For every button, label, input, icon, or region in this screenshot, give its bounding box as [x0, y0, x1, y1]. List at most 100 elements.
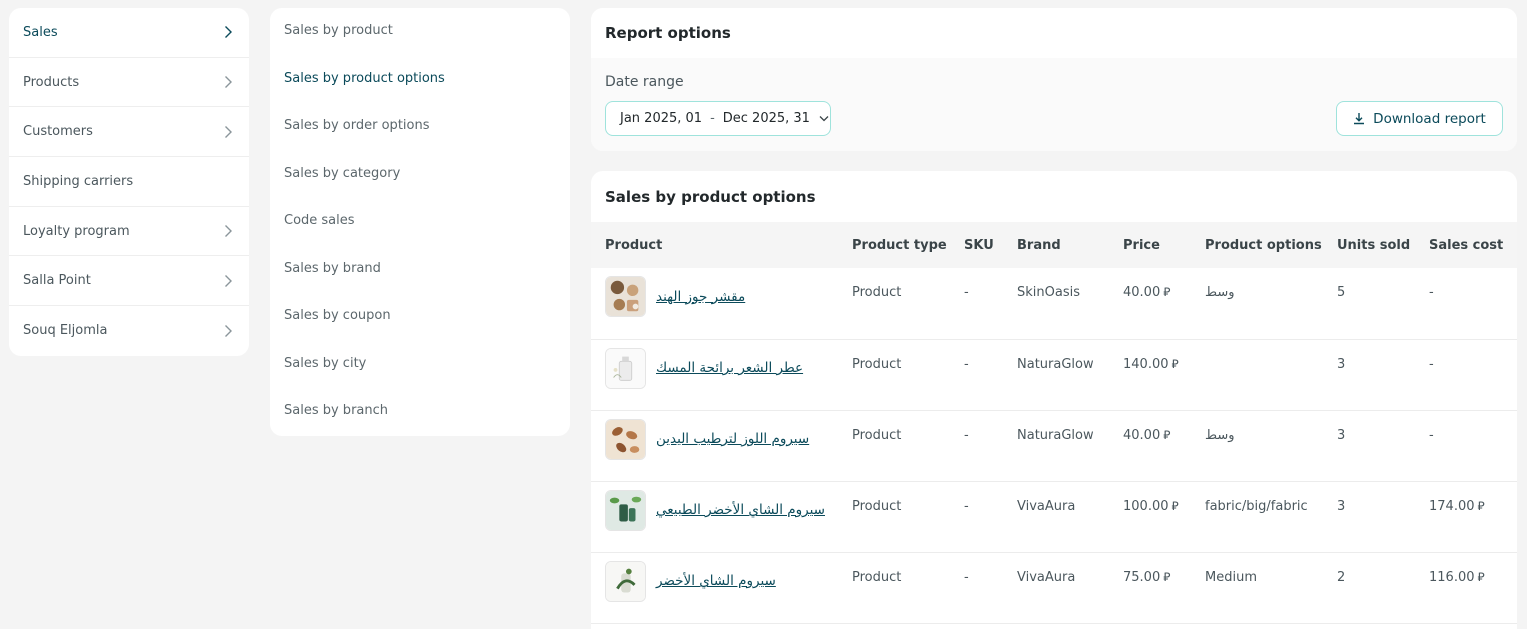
product-type-cell: Product	[852, 427, 902, 443]
subnav-item-2[interactable]: Sales by order options	[270, 102, 570, 150]
brand-cell: VivaAura	[1017, 569, 1076, 585]
product-type-cell: Product	[852, 285, 902, 300]
product-thumbnail[interactable]	[605, 418, 646, 460]
units-sold-cell: 3	[1337, 498, 1346, 514]
chevron-right-icon	[223, 274, 233, 288]
price-cell: 140.00 ⃁	[1109, 339, 1191, 410]
product-thumbnail[interactable]	[605, 489, 646, 531]
product-thumbnail[interactable]	[605, 347, 646, 389]
table-title: Sales by product options	[605, 187, 816, 206]
product-options-cell: fabric/big/fabric	[1205, 498, 1308, 514]
nav-item-1[interactable]: Products	[9, 58, 249, 108]
nav-item-label: Shipping carriers	[23, 173, 134, 189]
subnav-item-6[interactable]: Sales by coupon	[270, 292, 570, 340]
table-row: سيروم اللوز لترطيب اليدين Product - NaturaG…	[591, 410, 1517, 481]
sku-cell: -	[964, 498, 969, 514]
nav-item-label: Customers	[23, 124, 93, 140]
product-cell: سيروم الشاي الأخضر	[591, 552, 838, 623]
product-type-cell: Product	[852, 498, 902, 514]
units-sold-cell: 5	[1337, 285, 1346, 300]
sales-cost-value: -	[1429, 427, 1434, 443]
chevron-down-icon	[819, 116, 829, 122]
sku-cell: -	[964, 285, 969, 300]
chevron-right-icon	[223, 75, 233, 89]
download-icon	[1354, 113, 1365, 125]
table-header-row: Product Product type SKU Brand Price Product …	[591, 222, 1517, 268]
subnav-item-0[interactable]: Sales by product	[270, 7, 570, 55]
product-link[interactable]: مقشر جوز الهند	[656, 289, 745, 305]
product-link[interactable]: سيروم الشاي الأخضر	[656, 573, 776, 589]
chevron-right-icon	[223, 25, 233, 39]
report-options-card: Report options Date range Jan 2025, 01 -…	[591, 8, 1517, 151]
product-cell: عطر الشعر برائحة المسك	[591, 339, 838, 410]
sales-by-options-table: Product Product type SKU Brand Price Product …	[591, 222, 1517, 624]
brand-cell: NaturaGlow	[1017, 356, 1094, 372]
brand-cell: NaturaGlow	[1017, 427, 1094, 443]
riyal-icon: ⃁	[1163, 285, 1171, 299]
sales-reports-subnav: Sales by product Sales by product options…	[270, 8, 570, 436]
table-row: عطر الشعر برائحة المسك Product - NaturaGlow…	[591, 339, 1517, 410]
subnav-item-4[interactable]: Code sales	[270, 197, 570, 245]
nav-item-label: Salla Point	[23, 273, 91, 289]
product-type-cell: Product	[852, 356, 902, 372]
nav-item-label: Loyalty program	[23, 223, 130, 239]
sales-cost-cell: 174.00 ⃁	[1415, 481, 1517, 552]
sales-cost-value: 116.00	[1429, 569, 1475, 585]
subnav-item-8[interactable]: Sales by branch	[270, 387, 570, 435]
subnav-item-5[interactable]: Sales by brand	[270, 245, 570, 293]
product-link[interactable]: سيروم اللوز لترطيب اليدين	[656, 431, 809, 447]
nav-item-0[interactable]: Sales	[9, 8, 249, 58]
product-thumbnail[interactable]	[605, 560, 646, 602]
product-link[interactable]: عطر الشعر برائحة المسك	[656, 360, 803, 376]
product-cell: سيروم اللوز لترطيب اليدين	[591, 410, 838, 481]
sales-cost-cell: -	[1415, 268, 1517, 339]
product-thumbnail[interactable]	[605, 276, 646, 317]
product-link[interactable]: سيروم الشاي الأخضر الطبيعي	[656, 502, 825, 518]
product-options-cell: وسط	[1205, 427, 1235, 443]
sales-cost-cell: -	[1415, 339, 1517, 410]
nav-item-5[interactable]: Salla Point	[9, 256, 249, 307]
sales-table-card: Sales by product options Product Product …	[591, 171, 1517, 629]
product-type-cell: Product	[852, 569, 902, 585]
nav-item-label: Products	[23, 74, 80, 90]
price-value: 75.00	[1123, 569, 1161, 585]
riyal-icon: ⃁	[1163, 427, 1171, 442]
riyal-icon: ⃁	[1171, 356, 1179, 371]
table-row: سيروم الشاي الأخضر الطبيعي Product - VivaAu…	[591, 481, 1517, 552]
subnav-item-1[interactable]: Sales by product options	[270, 55, 570, 103]
riyal-icon: ⃁	[1171, 498, 1179, 513]
subnav-item-7[interactable]: Sales by city	[270, 340, 570, 388]
date-end: Dec 2025, 31	[722, 111, 810, 126]
date-range-picker[interactable]: Jan 2025, 01 - Dec 2025, 31	[605, 101, 831, 136]
sales-cost-value: -	[1429, 285, 1434, 300]
product-options-cell: Medium	[1205, 569, 1257, 585]
sku-cell: -	[964, 427, 969, 443]
price-value: 40.00	[1123, 285, 1161, 300]
price-cell: 75.00 ⃁	[1109, 552, 1191, 623]
sales-cost-cell: 116.00 ⃁	[1415, 552, 1517, 623]
subnav-item-3[interactable]: Sales by category	[270, 150, 570, 198]
product-options-cell	[1191, 339, 1323, 410]
price-cell: 40.00 ⃁	[1109, 410, 1191, 481]
nav-item-6[interactable]: Souq Eljomla	[9, 306, 249, 356]
nav-item-label: Sales	[23, 24, 58, 40]
nav-item-4[interactable]: Loyalty program	[9, 207, 249, 257]
brand-cell: VivaAura	[1017, 498, 1076, 514]
nav-item-3[interactable]: Shipping carriers	[9, 157, 249, 207]
column-header: Price	[1123, 237, 1160, 253]
chevron-right-icon	[223, 224, 233, 238]
units-sold-cell: 2	[1337, 569, 1346, 585]
sales-cost-value: 174.00	[1429, 498, 1475, 514]
product-options-cell: وسط	[1205, 285, 1235, 300]
units-sold-cell: 3	[1337, 356, 1346, 372]
nav-item-2[interactable]: Customers	[9, 107, 249, 158]
download-report-label: Download report	[1373, 110, 1486, 127]
download-report-button[interactable]: Download report	[1336, 101, 1503, 136]
reports-main-nav: Sales Products Customers Shipping carriers L…	[9, 8, 249, 356]
price-value: 140.00	[1123, 356, 1169, 372]
sku-cell: -	[964, 356, 969, 372]
chevron-right-icon	[223, 125, 233, 139]
sales-cost-cell: -	[1415, 410, 1517, 481]
units-sold-cell: 3	[1337, 427, 1346, 443]
column-header: SKU	[964, 237, 994, 253]
